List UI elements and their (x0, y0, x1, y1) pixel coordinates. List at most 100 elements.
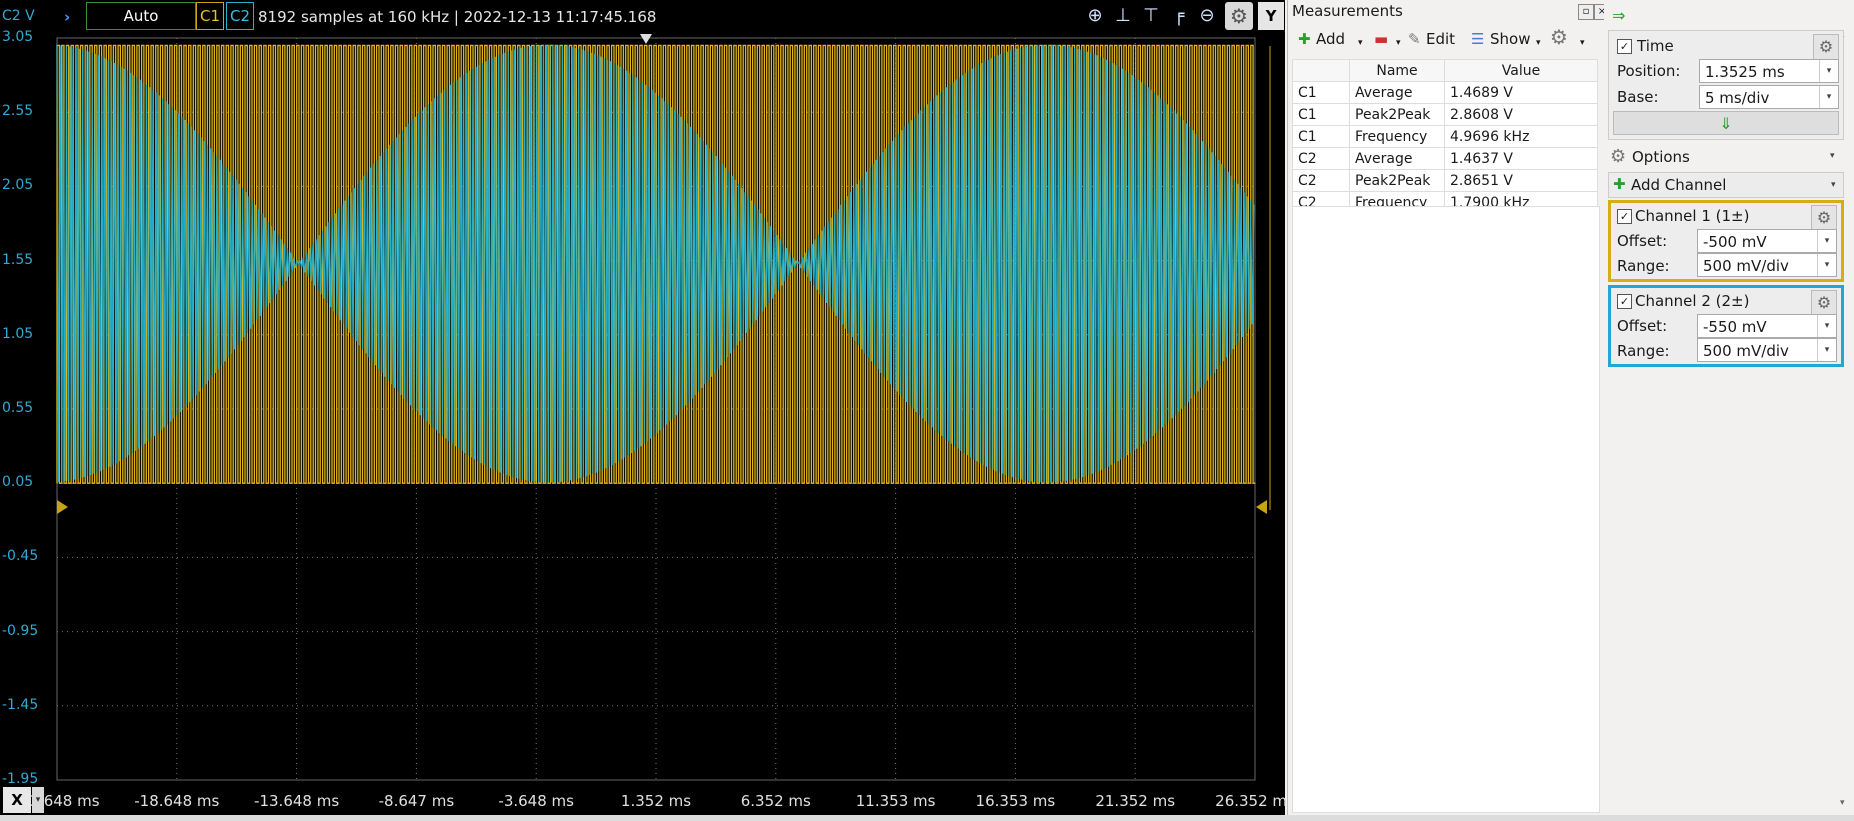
x-tick-label: -3.648 ms (498, 792, 574, 810)
options-row[interactable]: ⚙ Options ▾ (1608, 146, 1844, 170)
channel-2-settings-gear-icon[interactable]: ⚙ (1811, 290, 1837, 316)
edit-measurement-button[interactable]: Edit (1426, 30, 1455, 48)
channel-2-range-dropdown-arrow-icon[interactable]: ▾ (1817, 339, 1836, 361)
y-tick-label: 1.55 (2, 251, 34, 268)
row-name: Peak2Peak (1349, 103, 1445, 126)
channel-2-enable-checkbox[interactable]: ✓ (1617, 294, 1632, 309)
show-button[interactable]: Show (1490, 30, 1530, 48)
channel-1-title: Channel 1 (1±) (1635, 207, 1750, 225)
channel-2-toggle[interactable]: C2 (226, 2, 254, 30)
x-tick-label: 21.352 ms (1095, 792, 1176, 810)
add-icon[interactable]: ✚ (1298, 30, 1311, 48)
y-tick-label: -1.45 (2, 696, 39, 713)
waveform-plot[interactable] (0, 0, 1285, 815)
column-header-name: Name (1349, 59, 1445, 82)
table-row[interactable]: C1 Frequency 4.9696 kHz (1292, 125, 1598, 148)
show-icon[interactable]: ☰ (1471, 30, 1484, 48)
scroll-down-arrow-icon[interactable]: ▾ (1840, 798, 1845, 808)
channel-1-enable-checkbox[interactable]: ✓ (1617, 209, 1632, 224)
row-channel: C2 (1292, 169, 1350, 192)
channel-1-offset-input[interactable]: -500 mV ▾ (1697, 229, 1837, 253)
row-value: 2.8651 V (1444, 169, 1598, 192)
settings-dropdown-arrow-icon[interactable]: ▾ (1580, 38, 1585, 48)
channel-2-offset-dropdown-arrow-icon[interactable]: ▾ (1817, 315, 1836, 337)
options-dropdown-arrow-icon[interactable]: ▾ (1830, 151, 1835, 161)
channel-1-range-input[interactable]: 500 mV/div ▾ (1697, 253, 1837, 277)
cursor-vertical-icon[interactable]: ╒ (1167, 4, 1191, 28)
channel-1-section: ✓ Channel 1 (1±) ⚙ Offset: -500 mV ▾ Rang… (1608, 200, 1844, 282)
base-dropdown-arrow-icon[interactable]: ▾ (1819, 86, 1838, 108)
x-tick-label: 6.352 ms (740, 792, 811, 810)
measurements-table[interactable]: Name Value C1 Average 1.4689 V C1 Peak2Peak… (1292, 59, 1598, 214)
x-axis-button[interactable]: X (3, 787, 31, 813)
table-row[interactable]: C2 Average 1.4637 V (1292, 147, 1598, 170)
row-channel: C1 (1292, 81, 1350, 104)
position-value: 1.3525 ms (1705, 63, 1785, 81)
y-tick-label: 0.05 (2, 474, 34, 491)
x-tick-label: -13.648 ms (254, 792, 340, 810)
channel-2-range-input[interactable]: 500 mV/div ▾ (1697, 338, 1837, 362)
y-tick-label: -0.45 (2, 548, 39, 565)
table-row[interactable]: C1 Average 1.4689 V (1292, 81, 1598, 104)
edit-icon[interactable]: ✎ (1408, 30, 1421, 48)
table-row[interactable]: C1 Peak2Peak 2.8608 V (1292, 103, 1598, 126)
add-channel-label: Add Channel (1631, 176, 1727, 194)
zoom-out-icon[interactable]: ⊖ (1195, 4, 1219, 28)
channel-1-range-dropdown-arrow-icon[interactable]: ▾ (1817, 254, 1836, 276)
remove-icon[interactable]: ▬ (1374, 30, 1388, 48)
row-name: Peak2Peak (1349, 169, 1445, 192)
trigger-position-marker (640, 34, 652, 44)
add-dropdown-arrow-icon[interactable]: ▾ (1358, 38, 1363, 48)
cursor-level-icon[interactable]: ⊤ (1139, 4, 1163, 28)
row-channel: C2 (1292, 147, 1350, 170)
x-tick-label: -18.648 ms (134, 792, 220, 810)
trigger-mode-button[interactable]: Auto (86, 2, 196, 30)
measurements-panel: Measurements ▫ × ✚ Add ▾ ▬ ▾ ✎ Edit ☰ Sh… (1287, 0, 1610, 815)
show-dropdown-arrow-icon[interactable]: ▾ (1536, 38, 1541, 48)
run-arrow-icon[interactable]: › (64, 8, 70, 26)
channel-2-title: Channel 2 (2±) (1635, 292, 1750, 310)
expand-arrow-icon[interactable]: ⇒ (1612, 6, 1625, 25)
channel-2-range-value: 500 mV/div (1703, 342, 1789, 360)
y-tick-label: 0.55 (2, 400, 34, 416)
apply-down-arrow-button[interactable]: ⇓ (1613, 111, 1839, 135)
y-tick-label: 2.05 (2, 177, 34, 194)
time-settings-gear-icon[interactable]: ⚙ (1813, 34, 1839, 60)
position-input[interactable]: 1.3525 ms ▾ (1699, 59, 1839, 83)
position-dropdown-arrow-icon[interactable]: ▾ (1819, 60, 1838, 82)
x-tick-label: 11.353 ms (855, 792, 936, 810)
row-channel: C1 (1292, 103, 1350, 126)
time-enable-checkbox[interactable]: ✓ (1617, 39, 1632, 54)
y-tick-label: -1.95 (2, 771, 39, 787)
column-header-value: Value (1444, 59, 1598, 82)
row-name: Average (1349, 81, 1445, 104)
add-measurement-button[interactable]: Add (1316, 30, 1345, 48)
acquisition-status: 8192 samples at 160 kHz | 2022-12-13 11:… (258, 8, 657, 26)
base-input[interactable]: 5 ms/div ▾ (1699, 85, 1839, 109)
cursor-horizontal-icon[interactable]: ⊥ (1111, 4, 1135, 28)
y-axis-button[interactable]: Y (1258, 2, 1284, 30)
panel-float-icon[interactable]: ▫ (1578, 4, 1594, 20)
x-tick-label: 26.352 ms (1215, 792, 1295, 810)
measurement-settings-gear-icon[interactable]: ⚙ (1550, 25, 1568, 49)
row-value: 4.9696 kHz (1444, 125, 1598, 148)
channel-2-offset-input[interactable]: -550 mV ▾ (1697, 314, 1837, 338)
remove-dropdown-arrow-icon[interactable]: ▾ (1396, 38, 1401, 48)
scope-plot-area[interactable]: C2 V › Auto C1 C2 8192 samples at 160 kH… (0, 0, 1295, 815)
channel-1-toggle[interactable]: C1 (196, 2, 224, 30)
options-gear-icon[interactable]: ⚙ (1610, 146, 1626, 167)
scope-settings-gear-icon[interactable]: ⚙ (1225, 2, 1253, 30)
time-section: ✓ Time ⚙ Position: 1.3525 ms ▾ Base: 5 ms… (1608, 30, 1844, 140)
channel-1-settings-gear-icon[interactable]: ⚙ (1811, 205, 1837, 231)
table-row[interactable]: C2 Peak2Peak 2.8651 V (1292, 169, 1598, 192)
add-channel-button[interactable]: ✚ Add Channel ▾ (1608, 172, 1844, 198)
channel-1-offset-dropdown-arrow-icon[interactable]: ▾ (1817, 230, 1836, 252)
options-label: Options (1632, 148, 1690, 166)
x-axis-dropdown-arrow-icon[interactable]: ▾ (32, 787, 44, 813)
x-tick-label: -8.647 ms (378, 792, 455, 810)
base-label: Base: (1617, 88, 1659, 106)
x-tick-label: 16.353 ms (975, 792, 1056, 810)
channel-1-offset-label: Offset: (1617, 232, 1668, 250)
row-name: Average (1349, 147, 1445, 170)
zoom-in-icon[interactable]: ⊕ (1083, 4, 1107, 28)
